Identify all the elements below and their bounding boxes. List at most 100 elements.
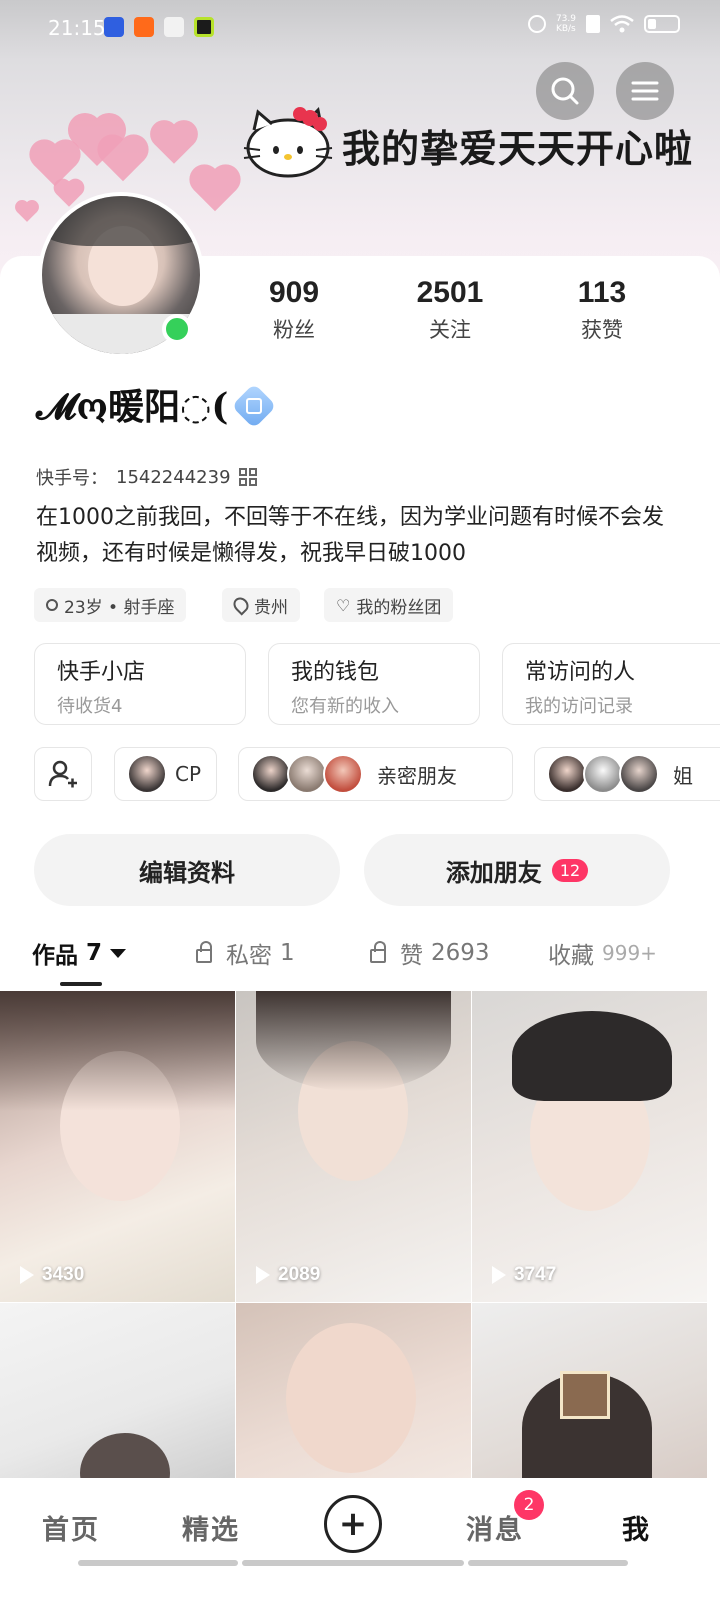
video-thumbnail[interactable]: 3430 bbox=[0, 991, 235, 1302]
following-count: 2501 bbox=[416, 276, 484, 309]
friend-avatar bbox=[287, 754, 327, 794]
bottom-nav: 首页 精选 + 消息 2 我 bbox=[0, 1478, 720, 1600]
kuaishou-id: 1542244239 bbox=[116, 466, 231, 488]
search-icon bbox=[551, 77, 579, 105]
friend-avatar bbox=[547, 754, 587, 794]
service-shop[interactable]: 快手小店 待收货4 bbox=[34, 643, 246, 725]
followers-label: 粉丝 bbox=[273, 318, 315, 342]
likes-count: 113 bbox=[577, 276, 627, 309]
add-friend-icon-button[interactable] bbox=[34, 747, 92, 801]
nav-featured[interactable]: 精选 bbox=[182, 1508, 240, 1547]
heart-decoration bbox=[154, 124, 194, 164]
video-thumbnail[interactable]: 2089 bbox=[236, 991, 471, 1302]
content-tabs: 作品 7 私密 1 赞 2693 收藏 999+ bbox=[0, 930, 720, 986]
status-bar: 21:15 73.9 KB/s bbox=[0, 0, 720, 56]
service-shop-title: 快手小店 bbox=[57, 660, 146, 685]
add-friend-button[interactable]: 添加朋友 12 bbox=[364, 834, 670, 906]
followers-count: 909 bbox=[268, 276, 320, 309]
gesture-bar bbox=[242, 1560, 464, 1566]
friend-avatar bbox=[583, 754, 623, 794]
wifi-icon bbox=[610, 15, 634, 33]
lock-icon bbox=[370, 941, 386, 963]
play-icon bbox=[492, 1266, 506, 1284]
close-friends-label: 亲密朋友 bbox=[377, 763, 457, 788]
video-thumbnail[interactable] bbox=[0, 1303, 235, 1479]
gesture-bar bbox=[468, 1560, 628, 1566]
edit-profile-label: 编辑资料 bbox=[139, 858, 235, 887]
tab-likes-label: 赞 bbox=[400, 943, 423, 969]
mail-icon bbox=[164, 17, 184, 37]
view-count-value: 2089 bbox=[278, 1264, 321, 1285]
likes-stat[interactable]: 113 获赞 bbox=[542, 276, 662, 344]
hello-kitty-icon bbox=[243, 106, 333, 178]
edit-profile-button[interactable]: 编辑资料 bbox=[34, 834, 340, 906]
search-button[interactable] bbox=[536, 62, 594, 120]
following-stat[interactable]: 2501 关注 bbox=[390, 276, 510, 344]
tag-age[interactable]: 23岁 • 射手座 bbox=[34, 588, 187, 622]
video-thumbnail[interactable] bbox=[236, 1303, 471, 1479]
add-friend-badge: 12 bbox=[551, 858, 589, 882]
bio: 在1000之前我回，不回等于不在线，因为学业问题有时候不会发视频，还有时候是懒得… bbox=[36, 505, 664, 566]
tab-favorites[interactable]: 收藏 999+ bbox=[548, 936, 657, 970]
play-icon bbox=[20, 1266, 34, 1284]
nav-me[interactable]: 我 bbox=[622, 1508, 651, 1547]
cp-friends[interactable]: CP bbox=[114, 747, 217, 801]
video-thumbnail[interactable]: 3747 bbox=[472, 991, 707, 1302]
view-count: 2089 bbox=[256, 1264, 320, 1286]
app-notification-icon bbox=[104, 17, 124, 37]
alarm-icon bbox=[527, 15, 546, 33]
tab-works[interactable]: 作品 7 bbox=[32, 936, 127, 970]
avatar-hair bbox=[42, 196, 200, 246]
battery-icon bbox=[644, 15, 680, 33]
hamburger-icon bbox=[631, 81, 659, 101]
banner-text: 我的挚爱天天开心啦 bbox=[342, 127, 694, 171]
username: 𝓜ო暖阳◌( bbox=[36, 386, 229, 428]
service-wallet[interactable]: 我的钱包 您有新的收入 bbox=[268, 643, 480, 725]
tab-likes[interactable]: 赞 2693 bbox=[370, 936, 490, 970]
search-icon bbox=[46, 599, 58, 611]
sister-label: 姐 bbox=[673, 763, 693, 788]
service-visitors[interactable]: 常访问的人 我的访问记录 bbox=[502, 643, 720, 725]
service-wallet-subtitle: 您有新的收入 bbox=[291, 696, 399, 717]
nav-home[interactable]: 首页 bbox=[42, 1508, 100, 1547]
close-friends[interactable]: 亲密朋友 bbox=[238, 747, 513, 801]
thumbnail-hair bbox=[0, 991, 235, 1111]
net-speed-value: 73.9 bbox=[555, 14, 576, 24]
service-visitors-subtitle: 我的访问记录 bbox=[525, 696, 633, 717]
nav-messages[interactable]: 消息 bbox=[466, 1508, 524, 1547]
qr-code-icon[interactable] bbox=[238, 468, 257, 486]
tab-private-count: 1 bbox=[280, 940, 295, 966]
cp-label: CP bbox=[175, 762, 202, 786]
thumbnail-face bbox=[286, 1323, 416, 1473]
kuaishou-id-row[interactable]: 快手号： 1542244239 bbox=[36, 464, 257, 490]
add-friend-label: 添加朋友 bbox=[445, 858, 542, 887]
create-button[interactable]: + bbox=[324, 1495, 382, 1553]
net-speed-unit: KB/s bbox=[555, 24, 576, 34]
tab-favorites-label: 收藏 bbox=[548, 943, 594, 969]
menu-button[interactable] bbox=[616, 62, 674, 120]
plus-icon: + bbox=[338, 1504, 368, 1544]
sim-icon bbox=[586, 15, 600, 33]
tab-favorites-count: 999+ bbox=[602, 941, 657, 965]
tag-fan-group[interactable]: ♡ 我的粉丝团 bbox=[324, 588, 454, 622]
followers-stat[interactable]: 909 粉丝 bbox=[234, 276, 354, 344]
gesture-bar bbox=[78, 1560, 238, 1566]
heart-decoration bbox=[17, 202, 37, 222]
heart-decoration bbox=[101, 138, 145, 182]
video-thumbnail[interactable] bbox=[472, 1303, 707, 1479]
thumbnail-face bbox=[80, 1433, 170, 1479]
tab-private[interactable]: 私密 1 bbox=[196, 936, 295, 970]
caret-down-icon bbox=[110, 948, 127, 958]
tag-location[interactable]: 贵州 bbox=[222, 588, 300, 622]
tag-age-label: 23岁 • 射手座 bbox=[64, 597, 175, 618]
tag-location-label: 贵州 bbox=[254, 597, 288, 618]
service-wallet-title: 我的钱包 bbox=[291, 660, 380, 685]
friend-avatar bbox=[251, 754, 291, 794]
kuaishou-id-label: 快手号： bbox=[36, 468, 108, 489]
thumbnail-hair bbox=[256, 991, 451, 1091]
sister-friends[interactable]: 姐 bbox=[534, 747, 720, 801]
likes-label: 获赞 bbox=[581, 318, 623, 342]
friend-avatar bbox=[619, 754, 659, 794]
tab-private-label: 私密 bbox=[226, 943, 272, 969]
service-visitors-title: 常访问的人 bbox=[525, 660, 636, 685]
